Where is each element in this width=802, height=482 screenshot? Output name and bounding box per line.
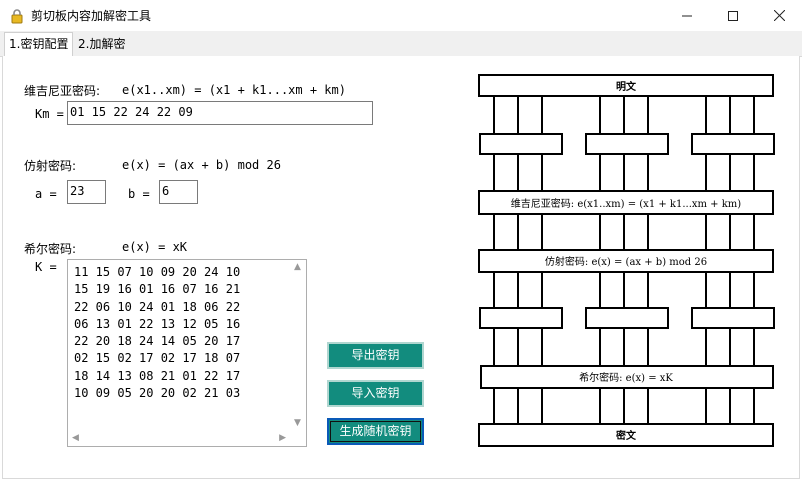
scroll-left-icon[interactable]: ◀	[72, 433, 79, 443]
tab-strip: 1.密钥配置 2.加解密	[0, 31, 802, 57]
scroll-up-icon[interactable]: ▲	[294, 262, 301, 272]
block-box	[479, 307, 563, 329]
ciphertext-label: 密文	[616, 429, 637, 442]
lock-app-icon	[11, 9, 23, 24]
km-input[interactable]: 01 15 22 24 22 09	[67, 101, 373, 125]
minimize-icon	[682, 15, 692, 16]
block-box	[479, 133, 563, 155]
title-bar: 剪切板内容加解密工具	[0, 0, 802, 31]
horizontal-scrollbar[interactable]: ◀ ▶	[68, 430, 290, 446]
a-label: a =	[35, 187, 57, 201]
window-title: 剪切板内容加解密工具	[31, 9, 152, 23]
k-label: K =	[35, 260, 57, 274]
vigenere-formula: e(x1..xm) = (x1 + k1...xm + km)	[122, 83, 346, 97]
plaintext-label: 明文	[616, 80, 637, 93]
close-button[interactable]	[756, 0, 802, 31]
hill-formula: e(x) = xK	[122, 240, 188, 254]
affine-label: 仿射密码:	[24, 159, 77, 173]
vigenere-stage-label: 维吉尼亚密码: e(x1..xm) = (x1 + k1...xm + km)	[511, 197, 741, 210]
b-input[interactable]: 6	[159, 180, 198, 204]
block-box	[585, 307, 669, 329]
maximize-button[interactable]	[710, 0, 756, 31]
a-input[interactable]: 23	[67, 180, 106, 204]
block-box	[585, 133, 669, 155]
cipher-flow-diagram: 明文 维吉尼亚密码: e(x1..xm) = (x1 + k1...xm + k…	[478, 74, 775, 447]
vertical-scrollbar[interactable]: ▲ ▼	[290, 260, 306, 430]
tab-key-config[interactable]: 1.密钥配置	[4, 32, 74, 57]
block-box	[691, 307, 775, 329]
hill-label: 希尔密码:	[24, 242, 77, 256]
minimize-button[interactable]	[664, 0, 710, 31]
vigenere-label: 维吉尼亚密码:	[24, 84, 101, 98]
tab-encrypt-decrypt[interactable]: 2.加解密	[74, 33, 129, 55]
scroll-down-icon[interactable]: ▼	[294, 418, 301, 428]
b-label: b =	[128, 187, 150, 201]
scroll-right-icon[interactable]: ▶	[279, 433, 286, 443]
export-key-button[interactable]: 导出密钥	[327, 342, 424, 369]
k-matrix-textarea[interactable]: 11 15 07 10 09 20 24 10 15 19 16 01 16 0…	[67, 259, 307, 447]
generate-random-key-button[interactable]: 生成随机密钥	[327, 418, 424, 445]
close-icon	[773, 10, 785, 21]
import-key-button[interactable]: 导入密钥	[327, 380, 424, 407]
affine-stage-label: 仿射密码: e(x) = (ax + b) mod 26	[545, 255, 707, 268]
maximize-icon	[728, 10, 738, 21]
affine-formula: e(x) = (ax + b) mod 26	[122, 158, 281, 172]
block-box	[691, 133, 775, 155]
hill-stage-label: 希尔密码: e(x) = xK	[579, 371, 673, 384]
k-matrix-text: 11 15 07 10 09 20 24 10 15 19 16 01 16 0…	[74, 265, 241, 401]
km-label: Km =	[35, 107, 64, 121]
